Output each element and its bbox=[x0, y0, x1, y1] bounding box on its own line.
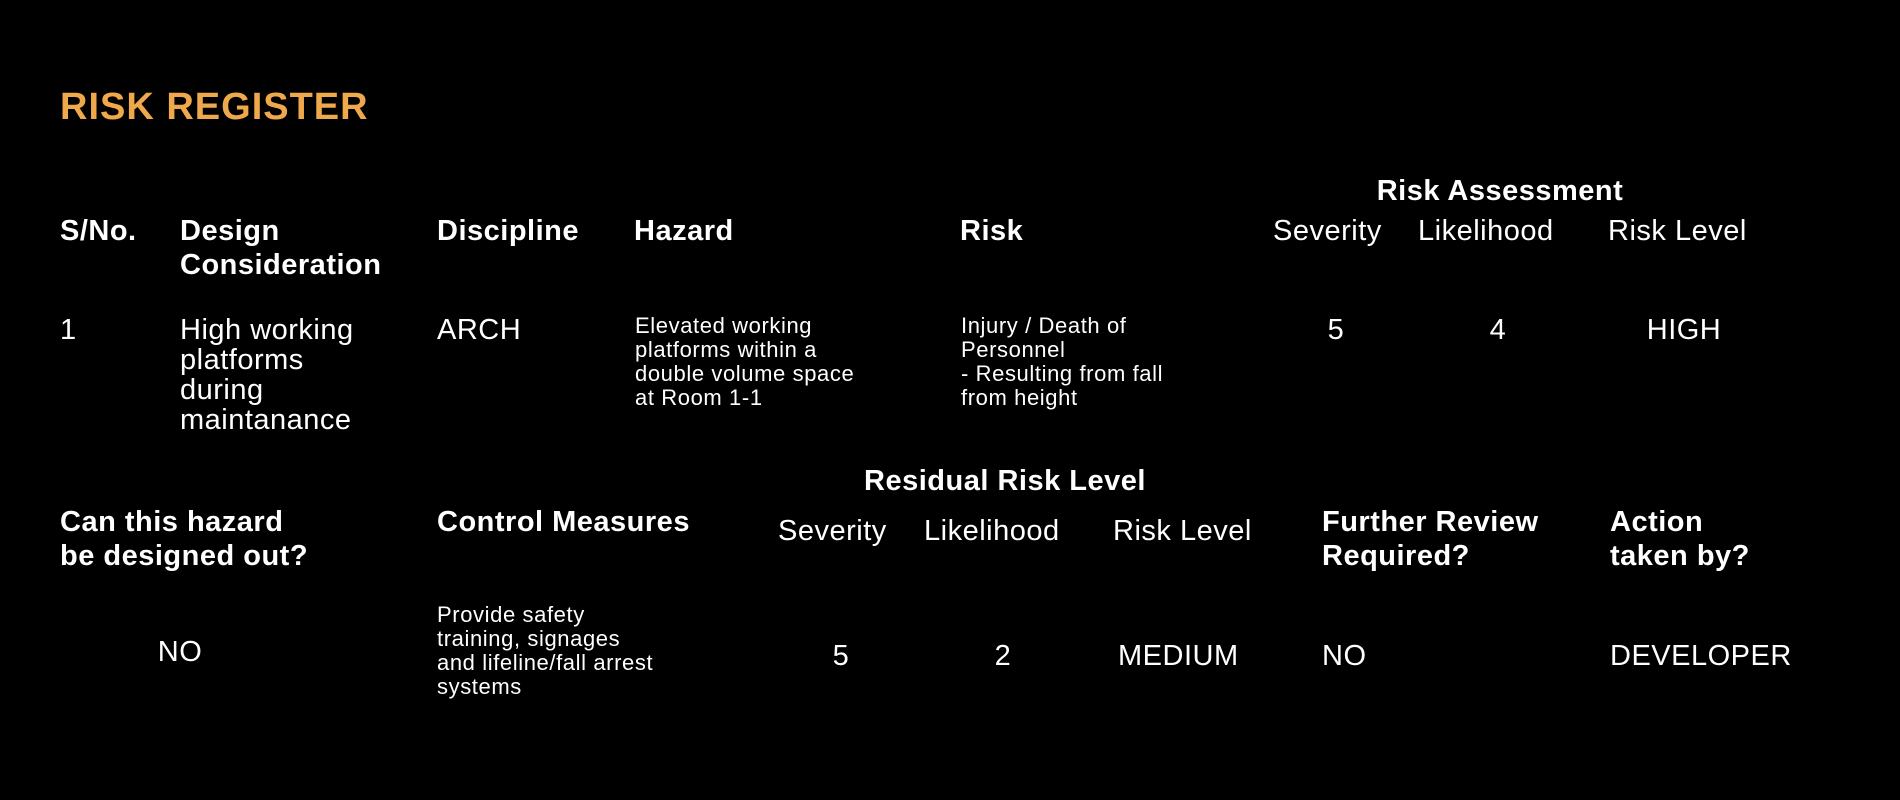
page-title: RISK REGISTER bbox=[60, 86, 369, 128]
header-risk-level: Risk Level bbox=[1608, 215, 1747, 247]
cell-discipline: ARCH bbox=[437, 314, 522, 346]
cell-action-by: DEVELOPER bbox=[1610, 640, 1792, 672]
cell-risk-level: HIGH bbox=[1646, 314, 1722, 346]
cell-severity: 5 bbox=[1327, 314, 1345, 346]
header-discipline: Discipline bbox=[437, 215, 579, 247]
header-residual-risk-group: Residual Risk Level bbox=[864, 465, 1146, 497]
header-sno: S/No. bbox=[60, 215, 137, 247]
header-action-by: Action taken by? bbox=[1610, 506, 1750, 572]
cell-design-consideration: High working platforms during maintananc… bbox=[180, 314, 354, 436]
cell-designed-out: NO bbox=[157, 636, 203, 668]
header-designed-out: Can this hazard be designed out? bbox=[60, 506, 309, 572]
cell-sno: 1 bbox=[60, 314, 77, 346]
cell-residual-risk-level: MEDIUM bbox=[1118, 640, 1239, 672]
cell-hazard: Elevated working platforms within a doub… bbox=[635, 313, 855, 410]
header-control-measures: Control Measures bbox=[437, 506, 690, 538]
header-residual-severity: Severity bbox=[778, 515, 887, 547]
header-hazard: Hazard bbox=[634, 215, 734, 247]
cell-risk: Injury / Death of Personnel - Resulting … bbox=[961, 313, 1164, 410]
cell-residual-likelihood: 2 bbox=[994, 640, 1012, 672]
header-residual-risk-level: Risk Level bbox=[1113, 515, 1252, 547]
cell-further-review: NO bbox=[1322, 640, 1367, 672]
header-risk: Risk bbox=[960, 215, 1024, 247]
cell-control-measures: Provide safety training, signages and li… bbox=[437, 602, 654, 699]
cell-likelihood: 4 bbox=[1489, 314, 1507, 346]
header-severity: Severity bbox=[1273, 215, 1382, 247]
header-residual-likelihood: Likelihood bbox=[924, 515, 1060, 547]
header-design-consideration: Design Consideration bbox=[180, 215, 382, 281]
header-risk-assessment-group: Risk Assessment bbox=[1376, 175, 1624, 207]
header-likelihood: Likelihood bbox=[1418, 215, 1554, 247]
cell-residual-severity: 5 bbox=[832, 640, 850, 672]
header-further-review: Further Review Required? bbox=[1322, 506, 1539, 572]
